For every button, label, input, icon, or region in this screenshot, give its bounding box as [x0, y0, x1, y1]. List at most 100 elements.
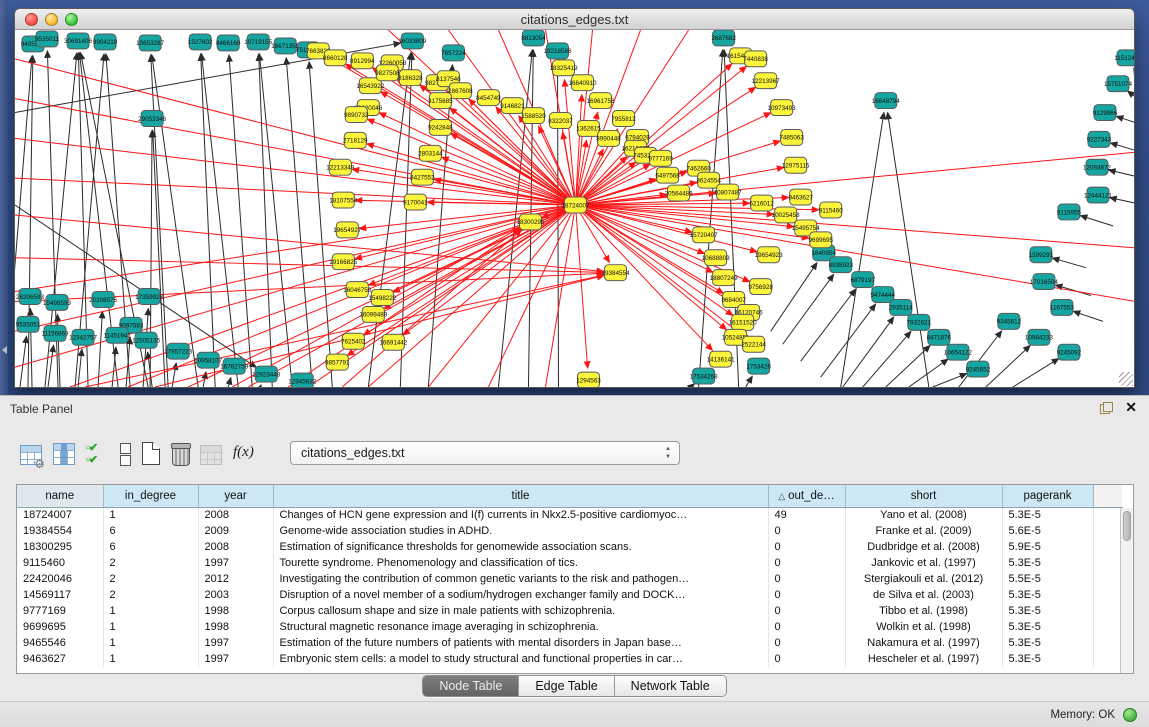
table-settings-icon[interactable]	[20, 445, 42, 465]
graph-node[interactable]: 29053346	[138, 111, 166, 127]
table-row[interactable]: 1872400712008Changes of HCN gene express…	[17, 507, 1122, 523]
graph-node[interactable]: 9535051	[16, 316, 41, 332]
graph-node[interactable]: 8660128	[323, 50, 348, 66]
table-row[interactable]: 1938455462009Genome-wide association stu…	[17, 523, 1122, 539]
graph-node[interactable]: 8322037	[548, 113, 573, 129]
graph-node[interactable]: 19166825	[329, 254, 357, 270]
graph-node[interactable]: 2867608	[448, 83, 473, 99]
graph-node[interactable]: 8186328	[398, 70, 423, 86]
graph-node[interactable]: 18724007	[562, 197, 590, 213]
graph-node[interactable]: 1753426	[746, 358, 771, 374]
graph-node[interactable]: 6216012	[749, 195, 774, 211]
graph-node[interactable]: 19218586	[543, 43, 571, 59]
table-row[interactable]: 2242004622012Investigating the contribut…	[17, 571, 1122, 587]
graph-node[interactable]: 8466160	[216, 35, 241, 51]
graph-node[interactable]: 1588520	[521, 108, 546, 124]
graph-edge[interactable]	[15, 99, 576, 205]
tab-network-table[interactable]: Network Table	[615, 676, 726, 696]
graph-edge[interactable]	[1080, 216, 1113, 226]
graph-edge[interactable]	[841, 112, 884, 387]
graph-node[interactable]: 6879197	[851, 272, 876, 288]
graph-node[interactable]: 10688809	[702, 250, 730, 266]
graph-node[interactable]: 12213967	[752, 73, 780, 89]
graph-node[interactable]: 16782759	[220, 358, 248, 374]
column-header-short[interactable]: short	[845, 485, 1002, 507]
graph-node[interactable]: 9777169	[648, 150, 673, 166]
graph-node[interactable]: 12444121	[1084, 187, 1112, 203]
network-view-window[interactable]: citations_edges.txt 94055719535011306914…	[14, 8, 1135, 388]
graph-node[interactable]: 19384554	[602, 265, 630, 281]
graph-edge[interactable]	[1073, 311, 1103, 321]
graph-node[interactable]: 16099489	[359, 306, 387, 322]
graph-node[interactable]: 12923448	[252, 366, 280, 382]
row-pair-icon[interactable]	[119, 442, 131, 466]
table-disabled-icon[interactable]	[200, 445, 222, 465]
graph-node[interactable]: 18107554	[329, 192, 357, 208]
graph-node[interactable]: 12945632	[288, 373, 316, 387]
graph-node[interactable]: 17359928	[135, 289, 163, 305]
graph-node[interactable]: 8813054	[521, 30, 546, 46]
graph-node[interactable]: 17016504	[1030, 274, 1058, 290]
graph-edge[interactable]	[1110, 198, 1134, 203]
column-header-in_degree[interactable]: in_degree	[103, 485, 198, 507]
table-row[interactable]: 1456911722003Disruption of a novel membe…	[17, 587, 1122, 603]
graph-edge[interactable]	[821, 304, 876, 377]
graph-node[interactable]: 2803144	[418, 145, 443, 161]
fx-icon[interactable]	[233, 444, 263, 466]
graph-node[interactable]: 9129966	[1093, 105, 1118, 121]
graph-node[interactable]: 2935114	[889, 299, 914, 315]
graph-node[interactable]: 20564486	[665, 185, 693, 201]
graph-edge[interactable]	[576, 205, 588, 368]
graph-edge[interactable]	[933, 374, 967, 387]
graph-node[interactable]: 9756928	[748, 279, 773, 295]
graph-node[interactable]: 2718129	[343, 132, 368, 148]
graph-node[interactable]: 12213349	[326, 159, 354, 175]
graph-node[interactable]: 8990448	[596, 130, 621, 146]
graph-node[interactable]: 7625402	[341, 333, 366, 349]
graph-edge[interactable]	[15, 56, 32, 387]
graph-node[interactable]: 9245652	[966, 361, 991, 377]
graph-node[interactable]: 15751074	[1104, 76, 1132, 92]
graph-node[interactable]: 9890732	[344, 107, 369, 123]
graph-node[interactable]: 1599291	[1029, 247, 1054, 263]
graph-node[interactable]: 9699695	[808, 232, 833, 248]
table-row[interactable]: 969969511998Structural magnetic resonanc…	[17, 619, 1122, 635]
graph-node[interactable]: 11156869	[42, 325, 70, 341]
table-row[interactable]: 946554611997Estimation of the future num…	[17, 635, 1122, 651]
table-row[interactable]: 946362711997Embryonic stem cells: a mode…	[17, 651, 1122, 667]
graph-edge[interactable]	[691, 384, 695, 387]
graph-node[interactable]: 19654923	[755, 247, 783, 263]
graph-edge[interactable]	[259, 54, 273, 387]
graph-node[interactable]: 12505135	[132, 332, 160, 348]
graph-node[interactable]: 11512493	[1114, 50, 1134, 66]
graph-node[interactable]: 16648794	[872, 93, 900, 109]
scrollbar-thumb[interactable]	[1123, 511, 1131, 541]
graph-edge[interactable]	[259, 54, 292, 387]
column-header-year[interactable]: year	[198, 485, 273, 507]
graph-node[interactable]: 8427552	[410, 169, 435, 185]
graph-node[interactable]: 14136141	[707, 351, 735, 367]
row-check-icon[interactable]	[86, 441, 108, 465]
graph-node[interactable]: 7485063	[779, 129, 804, 145]
graph-node[interactable]: 2522144	[741, 336, 766, 352]
graph-node[interactable]: 16640910	[569, 75, 597, 91]
graph-node[interactable]: 9827508	[375, 65, 400, 81]
graph-node[interactable]: 16033809	[398, 33, 426, 49]
graph-node[interactable]: 1294563	[576, 372, 601, 387]
graph-node[interactable]: 9146821	[500, 98, 525, 114]
graph-edge[interactable]	[20, 336, 26, 387]
close-panel-icon[interactable]: ✕	[1125, 399, 1137, 416]
graph-edge[interactable]	[576, 205, 705, 253]
new-doc-icon[interactable]	[142, 442, 160, 465]
graph-node[interactable]: 8912994	[350, 53, 375, 69]
graph-node[interactable]: 12093872	[1083, 159, 1111, 175]
graph-node[interactable]: 9115460	[819, 202, 844, 218]
graph-node[interactable]: 15498222	[368, 290, 396, 306]
graph-node[interactable]: 12975115	[782, 157, 810, 173]
graph-edge[interactable]	[746, 376, 753, 387]
tab-edge-table[interactable]: Edge Table	[519, 676, 614, 696]
graph-edge[interactable]	[558, 63, 559, 387]
graph-edge[interactable]	[771, 263, 817, 332]
graph-edge[interactable]	[863, 331, 911, 387]
graph-node[interactable]: 9227343	[1087, 131, 1112, 147]
